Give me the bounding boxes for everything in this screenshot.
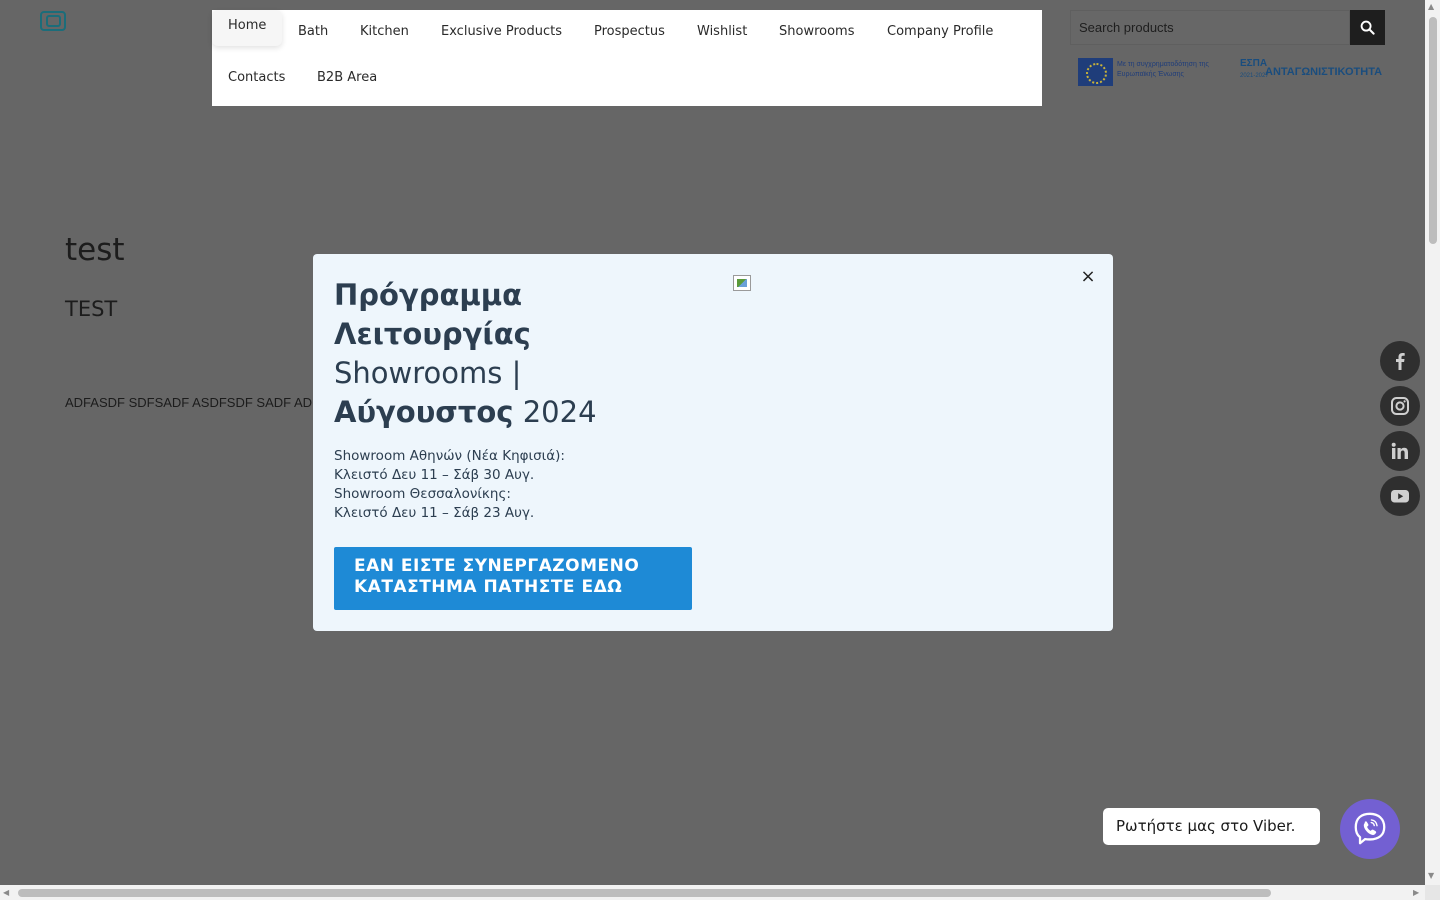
- youtube-icon: [1391, 490, 1409, 503]
- espa-banner[interactable]: Με τη συγχρηματοδότηση της Ευρωπαϊκής Έν…: [1078, 56, 1382, 88]
- viber-chat-button[interactable]: [1340, 799, 1400, 859]
- nav-item-home[interactable]: Home: [212, 10, 283, 46]
- modal-schedule-info: Showroom Αθηνών (Νέα Κηφισιά): Κλειστό Δ…: [334, 447, 565, 523]
- search-icon: [1360, 20, 1375, 35]
- close-icon[interactable]: ×: [1080, 267, 1096, 287]
- viber-chat-label[interactable]: Ρωτήστε μας στο Viber.: [1103, 808, 1320, 845]
- nav-item-wishlist[interactable]: Wishlist: [697, 24, 747, 40]
- instagram-icon: [1391, 397, 1409, 415]
- horizontal-scrollbar-thumb[interactable]: [18, 889, 1271, 897]
- schedule-modal: × Πρόγραμμα Λειτουργίας Showrooms | Αύγο…: [313, 254, 1113, 631]
- nav-item-contacts[interactable]: Contacts: [228, 70, 285, 86]
- scroll-down-arrow-icon[interactable]: ▼: [1428, 872, 1434, 880]
- product-search: [1070, 10, 1385, 45]
- company-logo[interactable]: [40, 11, 66, 31]
- page-body-text: ADFASDF SDFSADF ASDFSDF SADF ADF: [65, 395, 315, 410]
- scroll-right-arrow-icon[interactable]: ▶: [1413, 889, 1419, 897]
- competitiveness-program-label: ΑΝΤΑΓΩΝΙΣΤΙΚΟΤΗΤΑ: [1265, 66, 1383, 78]
- schedule-line: Κλειστό Δευ 11 – Σάβ 30 Αυγ.: [334, 467, 535, 483]
- search-input[interactable]: [1070, 10, 1350, 45]
- vertical-scrollbar-thumb[interactable]: [1429, 17, 1437, 244]
- nav-item-kitchen[interactable]: Kitchen: [360, 24, 409, 40]
- partner-store-button[interactable]: ΕΑΝ ΕΙΣΤΕ ΣΥΝΕΡΓΑΖΟΜΕΝΟ ΚΑΤΑΣΤΗΜΑ ΠΑΤΗΣΤ…: [334, 547, 692, 610]
- schedule-line: Κλειστό Δευ 11 – Σάβ 23 Αυγ.: [334, 505, 535, 521]
- eu-cofinancing-text: Με τη συγχρηματοδότηση της Ευρωπαϊκής Έν…: [1117, 61, 1209, 78]
- linkedin-icon: [1391, 442, 1408, 459]
- schedule-line: Showroom Θεσσαλονίκης:: [334, 486, 511, 502]
- eu-flag-icon: [1078, 58, 1113, 86]
- nav-item-b2b-area[interactable]: B2B Area: [317, 70, 377, 86]
- main-navigation: Home Bath Kitchen Exclusive Products Pro…: [212, 10, 1042, 106]
- scrollbar-corner: [1425, 885, 1440, 900]
- broken-image-icon: [733, 275, 751, 291]
- nav-item-bath[interactable]: Bath: [298, 24, 328, 40]
- nav-item-prospectus[interactable]: Prospectus: [594, 24, 665, 40]
- instagram-link[interactable]: [1380, 386, 1420, 426]
- nav-item-showrooms[interactable]: Showrooms: [779, 24, 854, 40]
- facebook-icon: [1396, 353, 1405, 370]
- modal-title: Πρόγραμμα Λειτουργίας Showrooms | Αύγουσ…: [334, 276, 634, 432]
- modal-title-bold-1: Πρόγραμμα Λειτουργίας: [334, 278, 531, 351]
- modal-title-normal-1: Showrooms |: [334, 356, 522, 390]
- nav-item-company-profile[interactable]: Company Profile: [887, 24, 993, 40]
- linkedin-link[interactable]: [1380, 431, 1420, 471]
- scroll-left-arrow-icon[interactable]: ◀: [3, 889, 9, 897]
- modal-title-normal-2: 2024: [522, 395, 597, 429]
- viber-icon: [1354, 812, 1386, 845]
- espa-label: ΕΣΠΑ: [1240, 58, 1268, 69]
- scroll-up-arrow-icon[interactable]: ▲: [1428, 3, 1434, 11]
- schedule-line: Showroom Αθηνών (Νέα Κηφισιά):: [334, 448, 565, 464]
- company-logo-icon: [40, 11, 66, 31]
- horizontal-scrollbar[interactable]: ◀ ▶: [0, 885, 1425, 900]
- page-title: test: [65, 232, 125, 268]
- search-button[interactable]: [1350, 10, 1385, 45]
- vertical-scrollbar[interactable]: ▲ ▼: [1425, 0, 1440, 885]
- facebook-link[interactable]: [1380, 341, 1420, 381]
- page-subtitle: TEST: [65, 297, 118, 321]
- modal-title-bold-2: Αύγουστος: [334, 395, 514, 429]
- nav-item-exclusive-products[interactable]: Exclusive Products: [441, 24, 562, 40]
- youtube-link[interactable]: [1380, 476, 1420, 516]
